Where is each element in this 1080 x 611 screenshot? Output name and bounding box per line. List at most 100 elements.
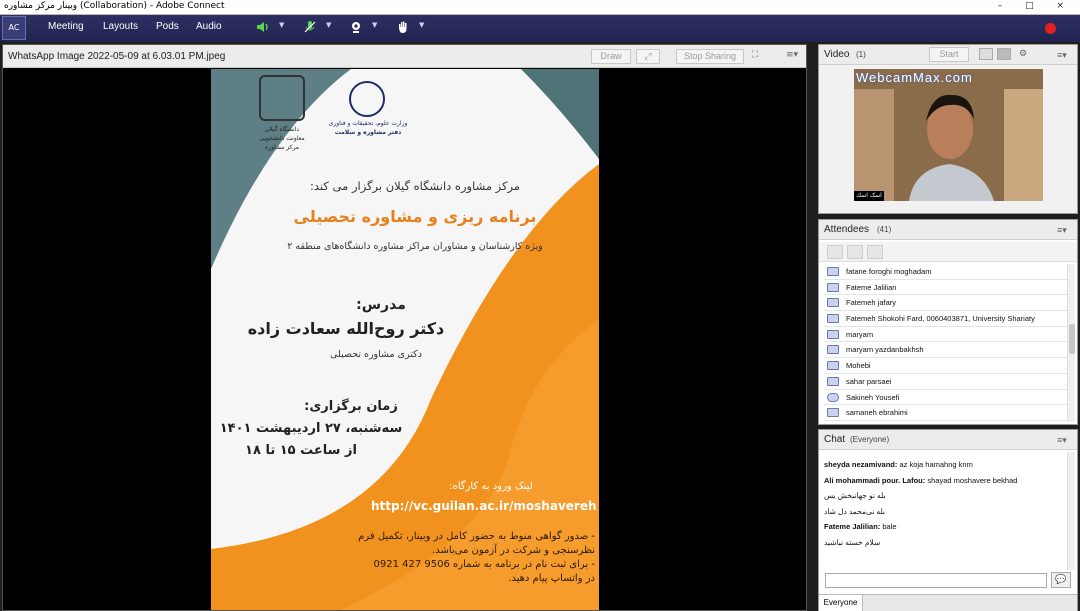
speaker-caret-icon[interactable]: ▼	[279, 21, 284, 29]
chat-message: Ali mohammadi pour. Lafou: shayad moshav…	[824, 476, 1064, 492]
attendee-row[interactable]: Fatemeh jafary	[824, 295, 1067, 312]
attendee-icon	[827, 392, 839, 402]
filmstrip-view-icon[interactable]	[997, 48, 1011, 60]
event-date: سه‌شنبه، ۲۷ اردیبهشت ۱۴۰۱	[219, 421, 403, 436]
video-pod-options-icon[interactable]: ≡▾	[1057, 50, 1067, 61]
attendee-name: Fatemeh Shokohi Fard, 0060403871, Univer…	[846, 314, 1035, 324]
webcammax-watermark: WebcamMax.com	[856, 70, 973, 85]
chat-message: بله نی‌محمد دل شاد	[824, 507, 1064, 523]
draw-button[interactable]: Draw	[591, 49, 631, 64]
attendee-row[interactable]: samaneh ebrahimi	[824, 405, 1067, 421]
attendee-name: Mohebi	[846, 361, 871, 371]
attendee-row[interactable]: fatane foroghi moghadam	[824, 264, 1067, 280]
chat-tabs: Everyone	[819, 594, 1077, 611]
pod-options-icon[interactable]: ≡▾	[786, 50, 798, 60]
attendee-name: sahar parsaei	[846, 376, 892, 386]
attendee-name: Sakineh Yousefi	[846, 392, 900, 402]
ministry-name-block: وزارت علوم، تحقیقات و فناوری دفتر مشاوره…	[323, 119, 413, 137]
event-time-label: زمان برگزاری:	[304, 399, 398, 414]
start-webcam-button[interactable]: Start	[929, 47, 969, 62]
grid-view-icon[interactable]	[979, 48, 993, 60]
chat-options-icon[interactable]: ≡▾	[1057, 435, 1067, 446]
recording-indicator-icon[interactable]	[1045, 23, 1056, 34]
chat-text: بله نی‌محمد دل شاد	[824, 506, 886, 516]
attendee-icon	[827, 329, 839, 339]
attendee-name: maryam	[846, 329, 874, 339]
menu-pods[interactable]: Pods	[156, 21, 179, 32]
attendee-row[interactable]: maryam	[824, 327, 1067, 343]
ministry-name: وزارت علوم، تحقیقات و فناوری	[328, 120, 408, 127]
attendee-icon	[827, 314, 839, 324]
window-controls[interactable]: – □ ×	[998, 1, 1074, 11]
microphone-icon[interactable]	[302, 20, 318, 36]
webcam-caret-icon[interactable]: ▼	[372, 21, 377, 29]
attendee-row[interactable]: Mohebi	[824, 358, 1067, 374]
attendee-row[interactable]: sahar parsaei	[824, 374, 1067, 390]
chat-sender: Fateme Jalilian:	[824, 522, 881, 531]
chat-scrollbar[interactable]	[1067, 452, 1075, 570]
chat-message: بله تو جهانبخش یس	[824, 491, 1064, 507]
chat-send-icon[interactable]: 💬	[1051, 572, 1071, 588]
university-emblem-icon	[259, 75, 305, 121]
menu-audio[interactable]: Audio	[196, 21, 222, 32]
university-name: دانشگاه گیلان	[264, 126, 300, 133]
attendees-scroll-thumb[interactable]	[1069, 324, 1075, 354]
main-menubar: AC Meeting Layouts Pods Audio ▼ ▼ ▼ ▼	[0, 15, 1080, 42]
menu-meeting[interactable]: Meeting	[48, 21, 84, 32]
attendees-scrollbar[interactable]	[1067, 264, 1075, 422]
chat-text: shayad moshavere bekhad	[927, 475, 1018, 485]
attendee-icon	[827, 376, 839, 386]
close-button[interactable]: ×	[1056, 1, 1074, 11]
chat-message: sheyda nezamivand: az koja hamahng knm	[824, 460, 1064, 476]
minimize-button[interactable]: –	[998, 1, 1013, 11]
raise-hand-caret-icon[interactable]: ▼	[419, 21, 424, 29]
chat-sender: Ali mohammadi pour. Lafou:	[824, 475, 926, 485]
event-hours: از ساعت ۱۵ تا ۱۸	[245, 443, 357, 458]
attendee-name: samaneh ebrahimi	[846, 408, 908, 418]
lecturer-degree: دکتری مشاوره تحصیلی	[330, 349, 422, 360]
webcam-feed: WebcamMax.com اسک اسك	[854, 69, 1043, 201]
list-view-icon[interactable]	[827, 245, 843, 259]
chat-tab-everyone[interactable]: Everyone	[819, 595, 863, 611]
chat-text: az koja hamahng knm	[899, 460, 973, 469]
attendee-icon	[827, 298, 839, 308]
stop-sharing-button[interactable]: Stop Sharing	[676, 49, 744, 64]
attendee-icon	[827, 361, 839, 371]
video-count: (1)	[856, 50, 866, 59]
sort-icon[interactable]	[867, 245, 883, 259]
raise-hand-icon[interactable]	[395, 20, 411, 36]
attendee-row[interactable]: maryam yazdanbakhsh	[824, 342, 1067, 359]
attendee-icon	[827, 345, 839, 355]
attendee-row[interactable]: Fatemeh Shokohi Fard, 0060403871, Univer…	[824, 311, 1067, 327]
maximize-button[interactable]: □	[1025, 1, 1044, 11]
menu-layouts[interactable]: Layouts	[103, 21, 138, 32]
lecturer-name: دکتر روح‌الله سعادت زاده	[247, 319, 445, 338]
video-settings-icon[interactable]: ⚙	[1019, 48, 1027, 59]
microphone-caret-icon[interactable]: ▼	[326, 21, 331, 29]
chat-input[interactable]	[825, 573, 1047, 588]
attendees-count: (41)	[877, 225, 892, 234]
attendees-options-icon[interactable]: ≡▾	[1057, 225, 1067, 236]
attendee-row[interactable]: Fateme Jalilian	[824, 280, 1067, 296]
shared-file-title: WhatsApp Image 2022-05-09 at 6.03.01 PM.…	[8, 51, 226, 62]
video-pod: Video (1) Start ⚙ ≡▾ WebcamMax.com اسک ا…	[818, 44, 1078, 214]
attendees-toolbar	[819, 242, 1077, 262]
status-view-icon[interactable]	[847, 245, 863, 259]
attendee-row[interactable]: Sakineh Yousefi	[824, 390, 1067, 406]
fit-to-window-icon[interactable]: ⛶	[752, 50, 758, 60]
chat-text: بله تو جهانبخش یس	[824, 491, 886, 500]
note-line-4: در واتساپ پیام دهید.	[508, 573, 595, 584]
webcam-icon[interactable]	[348, 20, 364, 36]
university-counseling-center: مرکز مشاوره	[265, 144, 299, 151]
webcam-person-image	[854, 69, 1043, 201]
speaker-icon[interactable]	[255, 20, 271, 36]
share-pod-header: WhatsApp Image 2022-05-09 at 6.03.01 PM.…	[3, 45, 806, 68]
attendee-name: fatane foroghi moghadam	[846, 267, 932, 276]
fullscreen-toggle-icon[interactable]: ⤢	[636, 49, 660, 64]
attendee-name: Fateme Jalilian	[846, 282, 897, 292]
attendee-list: fatane foroghi moghadam Fateme Jalilian …	[824, 264, 1067, 421]
attendee-icon	[827, 408, 839, 418]
poster-intro: مرکز مشاوره دانشگاه گیلان برگزار می کند:	[310, 179, 520, 193]
adobe-connect-logo: AC	[2, 16, 26, 40]
lecturer-label: مدرس:	[356, 297, 406, 313]
